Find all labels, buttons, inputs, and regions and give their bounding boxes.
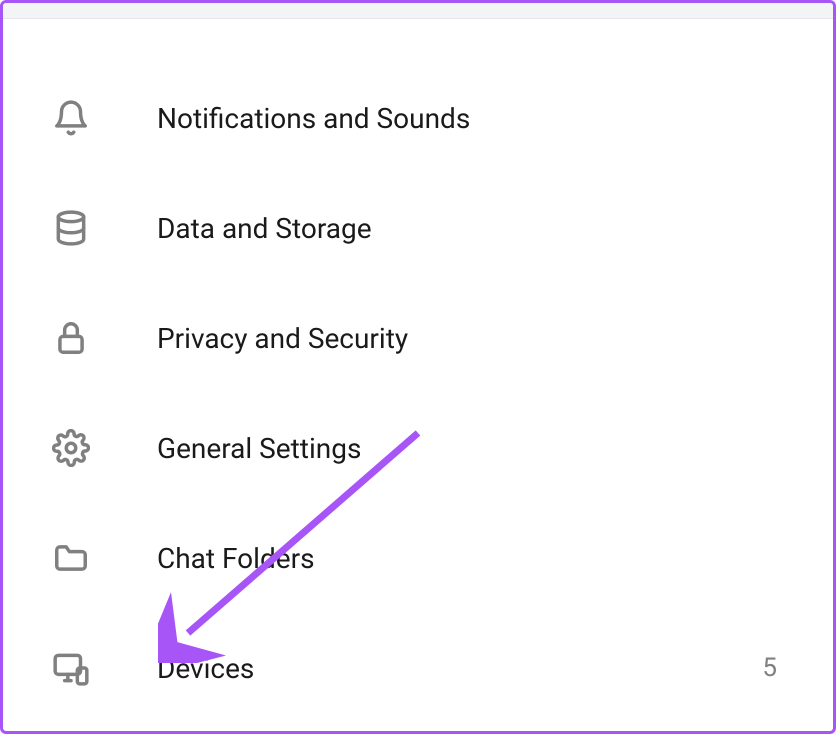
lock-icon: [51, 318, 91, 358]
devices-icon: [51, 648, 91, 688]
settings-item-label: Data and Storage: [157, 212, 785, 245]
settings-item-label: Chat Folders: [157, 542, 785, 575]
settings-item-general-settings[interactable]: General Settings: [3, 393, 833, 503]
settings-frame: Notifications and Sounds Data and Storag…: [0, 0, 836, 734]
devices-count-badge: 5: [762, 653, 777, 683]
settings-item-data-storage[interactable]: Data and Storage: [3, 173, 833, 283]
settings-item-label: Notifications and Sounds: [157, 102, 785, 135]
settings-item-devices[interactable]: Devices 5: [3, 613, 833, 723]
settings-item-label: Devices: [157, 652, 762, 685]
bell-icon: [51, 98, 91, 138]
settings-list: Notifications and Sounds Data and Storag…: [3, 19, 833, 723]
gear-icon: [51, 428, 91, 468]
settings-item-label: Privacy and Security: [157, 322, 785, 355]
folder-icon: [51, 538, 91, 578]
settings-item-chat-folders[interactable]: Chat Folders: [3, 503, 833, 613]
settings-item-label: General Settings: [157, 432, 785, 465]
settings-item-notifications[interactable]: Notifications and Sounds: [3, 63, 833, 173]
settings-item-privacy-security[interactable]: Privacy and Security: [3, 283, 833, 393]
top-divider-bar: [3, 3, 833, 19]
database-icon: [51, 208, 91, 248]
